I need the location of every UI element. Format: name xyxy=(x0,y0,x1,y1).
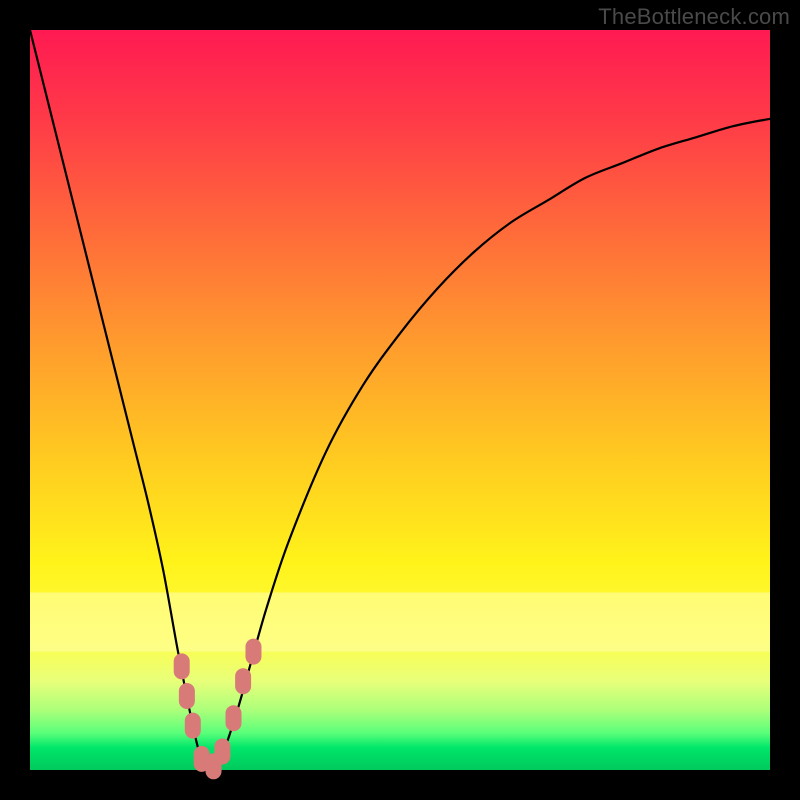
curve-marker xyxy=(179,683,195,709)
curve-marker xyxy=(185,713,201,739)
curve-marker xyxy=(174,653,190,679)
bottleneck-curve xyxy=(30,30,770,772)
chart-svg xyxy=(30,30,770,770)
curve-marker xyxy=(214,739,230,765)
curve-marker xyxy=(235,668,251,694)
chart-frame: TheBottleneck.com xyxy=(0,0,800,800)
plot-area xyxy=(30,30,770,770)
curve-markers xyxy=(174,639,262,780)
watermark-text: TheBottleneck.com xyxy=(598,4,790,30)
curve-marker xyxy=(226,705,242,731)
curve-marker xyxy=(245,639,261,665)
pale-highlight-band xyxy=(30,592,770,651)
